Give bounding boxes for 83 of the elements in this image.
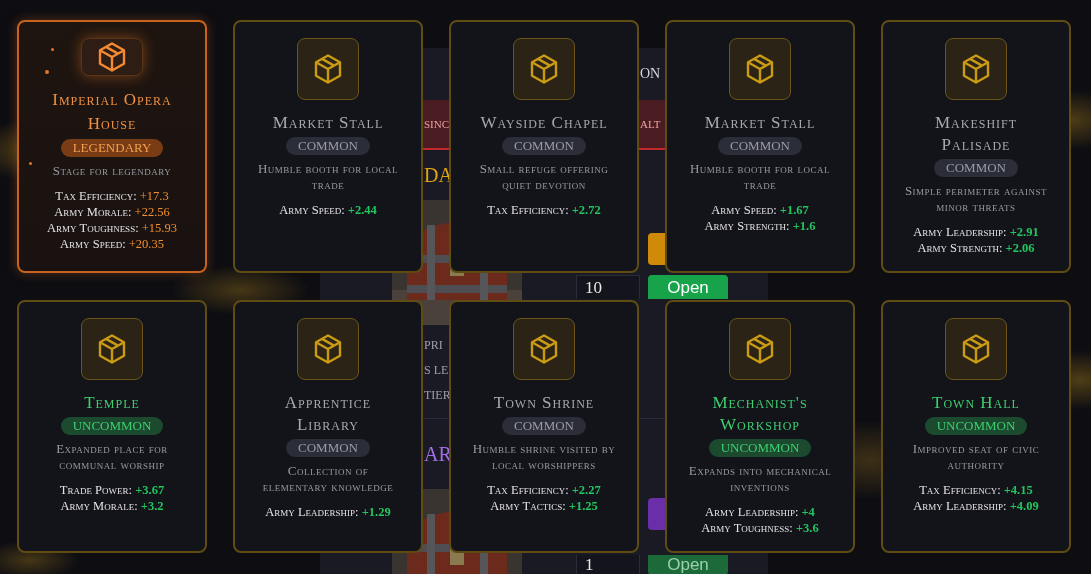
building-card[interactable]: Town Hall UNCOMMON Improved seat of civic authority Tax Efficiency: +4.15 Army Leadership: +4.09 bbox=[881, 300, 1071, 553]
stat-line: Army Speed: +20.35 bbox=[59, 236, 165, 252]
stat-line: Army Strength: +1.6 bbox=[704, 218, 816, 234]
card-description: Humble shrine visited by local worshippers bbox=[471, 441, 617, 473]
alert-text: ALT bbox=[640, 118, 661, 130]
stat-line: Army Speed: +1.67 bbox=[710, 202, 810, 218]
card-title: Temple bbox=[84, 392, 140, 414]
building-card[interactable]: Apprentice Library COMMON Collection of elementary knowledge Army Leadership: +1.29 bbox=[233, 300, 423, 553]
stat-line: Trade Power: +3.67 bbox=[59, 482, 165, 498]
stat-line: Army Leadership: +2.91 bbox=[913, 224, 1039, 240]
card-description: Humble booth for local trade bbox=[688, 161, 832, 193]
building-card[interactable]: Imperial Opera House LEGENDARY Stage for legendary Tax Efficiency: +17.3 Army Morale: +22.56 Army Toughness: +15.93 Army Speed: +20.35 bbox=[17, 20, 207, 273]
rarity-badge: LEGENDARY bbox=[60, 139, 164, 157]
box-icon bbox=[98, 42, 126, 72]
stat-line: Army Strength: +2.06 bbox=[916, 240, 1036, 256]
building-card[interactable]: Market Stall COMMON Humble booth for local trade Army Speed: +2.44 bbox=[233, 20, 423, 273]
section-title: AR bbox=[424, 442, 452, 466]
building-card[interactable]: Wayside Chapel COMMON Small refuge offering quiet devotion Tax Efficiency: +2.72 bbox=[449, 20, 639, 273]
card-description: Collection of elementary knowledge bbox=[261, 463, 395, 495]
action-button[interactable] bbox=[648, 498, 665, 530]
building-card[interactable]: Market Stall COMMON Humble booth for local trade Army Speed: +1.67 Army Strength: +1.6 bbox=[665, 20, 855, 273]
rarity-badge: COMMON bbox=[718, 137, 802, 155]
box-icon bbox=[314, 334, 342, 364]
description-text: PRI bbox=[424, 337, 444, 354]
card-description: Humble booth for local trade bbox=[256, 161, 400, 193]
box-icon bbox=[314, 54, 342, 84]
sparkle-dot bbox=[29, 162, 32, 165]
stat-line: Army Tactics: +1.25 bbox=[489, 498, 599, 514]
stat-line: Tax Efficiency: +4.15 bbox=[918, 482, 1034, 498]
card-title: Mechanist's Workshop bbox=[711, 392, 809, 436]
sparkle-dot bbox=[51, 48, 54, 51]
stat-line: Tax Efficiency: +2.72 bbox=[487, 202, 601, 218]
open-button[interactable]: Open bbox=[648, 555, 728, 574]
card-title: Market Stall bbox=[272, 112, 384, 134]
card-title: Imperial Opera House bbox=[51, 89, 173, 135]
card-title: Wayside Chapel bbox=[480, 112, 608, 134]
rarity-badge: UNCOMMON bbox=[708, 439, 812, 457]
rarity-badge: COMMON bbox=[502, 137, 586, 155]
action-button[interactable] bbox=[648, 233, 665, 265]
building-card[interactable]: Mechanist's Workshop UNCOMMON Expands into mechanical inventions Army Leadership: +4 Army Toughness: +3.6 bbox=[665, 300, 855, 553]
box-icon bbox=[746, 334, 774, 364]
box-icon bbox=[746, 54, 774, 84]
rarity-badge: COMMON bbox=[934, 159, 1018, 177]
stat-line: Army Leadership: +4.09 bbox=[913, 498, 1039, 514]
card-description: Stage for legendary bbox=[52, 163, 172, 179]
card-title: Town Hall bbox=[932, 392, 1020, 414]
card-title: Town Shrine bbox=[493, 392, 595, 414]
building-card[interactable]: Town Shrine COMMON Humble shrine visited by local worshippers Tax Efficiency: +2.27 Army Tactics: +1.25 bbox=[449, 300, 639, 553]
stat-line: Army Morale: +3.2 bbox=[59, 498, 165, 514]
alert-text: SINC bbox=[424, 118, 450, 130]
panel-title: ON bbox=[640, 66, 661, 82]
card-description: Simple perimeter against minor threats bbox=[903, 183, 1049, 215]
stat-line: Army Leadership: +4 bbox=[704, 504, 816, 520]
quantity-field[interactable]: 10 bbox=[576, 275, 640, 299]
stat-line: Tax Efficiency: +2.27 bbox=[487, 482, 601, 498]
stat-line: Army Toughness: +3.6 bbox=[701, 520, 819, 536]
box-icon bbox=[962, 334, 990, 364]
card-description: Small refuge offering quiet devotion bbox=[478, 161, 610, 193]
stat-line: Army Speed: +2.44 bbox=[279, 202, 377, 218]
card-title: Makeshift Palisade bbox=[933, 112, 1019, 156]
card-description: Improved seat of civic authority bbox=[911, 441, 1041, 473]
rarity-badge: UNCOMMON bbox=[924, 417, 1028, 435]
rarity-badge: UNCOMMON bbox=[60, 417, 164, 435]
stat-line: Army Toughness: +15.93 bbox=[47, 220, 177, 236]
quantity-field[interactable]: 1 bbox=[576, 555, 640, 574]
box-icon bbox=[98, 334, 126, 364]
card-title: Market Stall bbox=[704, 112, 816, 134]
stat-line: Tax Efficiency: +17.3 bbox=[54, 188, 170, 204]
box-icon bbox=[962, 54, 990, 84]
box-icon bbox=[530, 334, 558, 364]
building-card[interactable]: Temple UNCOMMON Expanded place for communal worship Trade Power: +3.67 Army Morale: +3.2 bbox=[17, 300, 207, 553]
card-title: Apprentice Library bbox=[283, 392, 373, 436]
card-description: Expanded place for communal worship bbox=[55, 441, 169, 473]
rarity-badge: COMMON bbox=[286, 439, 370, 457]
sparkle-dot bbox=[45, 70, 49, 74]
card-description: Expands into mechanical inventions bbox=[687, 463, 833, 495]
building-card[interactable]: Makeshift Palisade COMMON Simple perimeter against minor threats Army Leadership: +2.91 Army Strength: +2.06 bbox=[881, 20, 1071, 273]
rarity-badge: COMMON bbox=[286, 137, 370, 155]
stat-line: Army Leadership: +1.29 bbox=[265, 504, 391, 520]
box-icon bbox=[530, 54, 558, 84]
description-text: S LE bbox=[424, 362, 450, 379]
stat-line: Army Morale: +22.56 bbox=[53, 204, 171, 220]
rarity-badge: COMMON bbox=[502, 417, 586, 435]
